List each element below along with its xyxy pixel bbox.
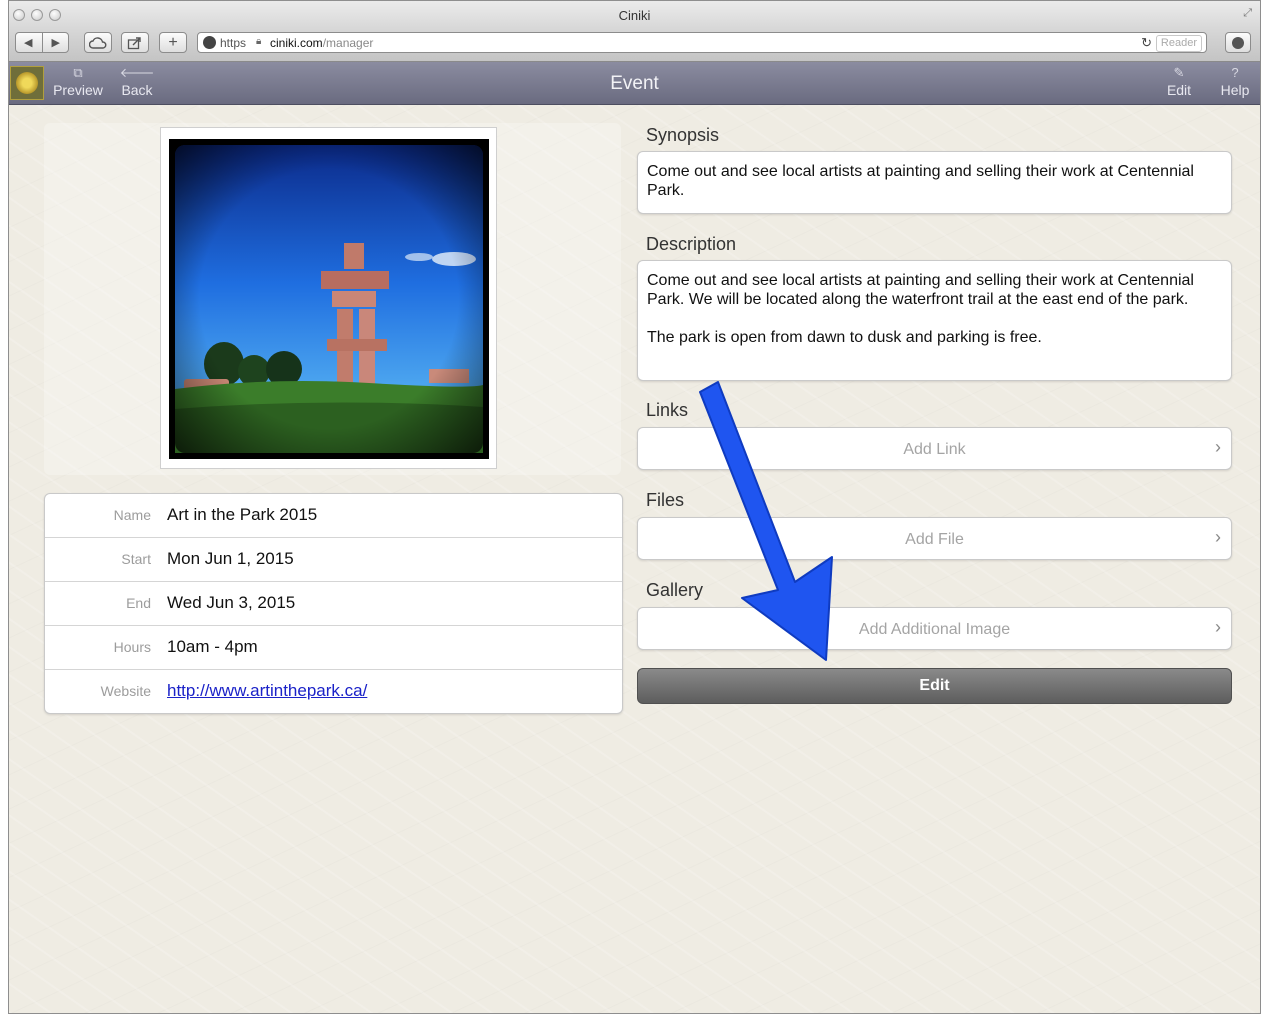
end-value: Wed Jun 3, 2015 xyxy=(167,593,296,612)
chevron-right-icon: › xyxy=(1215,437,1221,457)
reader-button[interactable]: Reader xyxy=(1155,35,1202,52)
add-file-button[interactable]: Add File › xyxy=(637,517,1232,560)
hours-value: 10am - 4pm xyxy=(167,637,258,656)
lock-icon: 🔒︎ xyxy=(256,36,262,47)
help-icon: ? xyxy=(1231,65,1239,80)
description-paragraph: The park is open from dawn to dusk and p… xyxy=(647,329,1042,346)
help-button[interactable]: ? Help xyxy=(1217,65,1253,99)
chevron-right-icon: › xyxy=(1215,617,1221,637)
plus-icon: + xyxy=(168,33,178,51)
url-text: ciniki.com/manager xyxy=(270,36,373,50)
url-path: /manager xyxy=(322,36,374,50)
add-link-label: Add Link xyxy=(903,441,966,458)
cloud-icon xyxy=(89,36,107,49)
hours-label: Hours xyxy=(113,639,151,655)
share-icon xyxy=(127,36,141,49)
pencil-icon: ✎ xyxy=(1173,65,1185,80)
details-row-name[interactable]: Name Art in the Park 2015 xyxy=(45,494,622,538)
browser-back-icon[interactable]: ◀ xyxy=(24,36,32,49)
browser-toolbar: Ciniki ⤢ ◀ ▶ + https 🔒︎ ciniki.com/manag… xyxy=(9,1,1260,62)
links-heading: Links xyxy=(646,400,689,420)
share-button[interactable] xyxy=(121,32,149,53)
website-link[interactable]: http://www.artinthepark.ca/ xyxy=(167,681,367,700)
event-content: Name Art in the Park 2015 Start Mon Jun … xyxy=(9,105,1260,1013)
browser-forward-icon[interactable]: ▶ xyxy=(52,36,60,49)
synopsis-box[interactable]: Come out and see local artists at painti… xyxy=(637,151,1232,214)
help-label: Help xyxy=(1220,82,1250,98)
downloads-button[interactable] xyxy=(1225,32,1251,53)
name-label: Name xyxy=(113,507,151,523)
chevron-right-icon: › xyxy=(1215,527,1221,547)
app-header: ⧉ Preview 🡐 Back Event ✎ Edit ? Help xyxy=(9,62,1260,105)
description-paragraph: Come out and see local artists at painti… xyxy=(647,272,1194,308)
inukshuk-image xyxy=(175,145,483,453)
window-title: Ciniki xyxy=(618,8,651,23)
add-image-label: Add Additional Image xyxy=(858,621,1011,638)
header-edit-label: Edit xyxy=(1166,82,1192,98)
description-box[interactable]: Come out and see local artists at painti… xyxy=(637,260,1232,381)
gallery-heading: Gallery xyxy=(646,580,704,600)
synopsis-heading: Synopsis xyxy=(646,125,720,145)
start-value: Mon Jun 1, 2015 xyxy=(167,549,294,568)
back-forward-segment: ◀ ▶ xyxy=(15,32,69,53)
event-details-card: Name Art in the Park 2015 Start Mon Jun … xyxy=(44,493,623,714)
details-row-website: Website http://www.artinthepark.ca/ xyxy=(45,670,622,713)
reload-icon[interactable]: ↻ xyxy=(1141,35,1152,51)
synopsis-text: Come out and see local artists at painti… xyxy=(647,163,1194,199)
site-globe-icon xyxy=(203,36,216,49)
description-heading: Description xyxy=(646,234,737,254)
header-edit-button[interactable]: ✎ Edit xyxy=(1161,65,1197,99)
new-tab-button[interactable]: + xyxy=(159,32,187,53)
address-bar[interactable]: https 🔒︎ ciniki.com/manager ↻ Reader xyxy=(197,32,1207,53)
edit-button[interactable]: Edit xyxy=(637,668,1232,704)
page-title: Event xyxy=(610,73,659,94)
files-heading: Files xyxy=(646,490,685,510)
icloud-button[interactable] xyxy=(84,32,112,53)
download-icon xyxy=(1232,36,1244,49)
details-row-end[interactable]: End Wed Jun 3, 2015 xyxy=(45,582,622,626)
add-file-label: Add File xyxy=(905,531,964,548)
browser-window: Ciniki ⤢ ◀ ▶ + https 🔒︎ ciniki.com/manag… xyxy=(8,0,1261,1014)
url-host: ciniki.com xyxy=(270,36,323,50)
add-image-button[interactable]: Add Additional Image › xyxy=(637,607,1232,650)
fullscreen-icon[interactable]: ⤢ xyxy=(1243,7,1252,20)
details-row-start[interactable]: Start Mon Jun 1, 2015 xyxy=(45,538,622,582)
event-photo[interactable] xyxy=(160,127,497,469)
start-label: Start xyxy=(121,551,151,567)
details-row-hours[interactable]: Hours 10am - 4pm xyxy=(45,626,622,670)
website-label: Website xyxy=(100,683,151,699)
inukshuk-photo xyxy=(169,139,489,459)
add-link-button[interactable]: Add Link › xyxy=(637,427,1232,470)
end-label: End xyxy=(126,595,151,611)
url-scheme: https xyxy=(220,36,247,50)
name-value: Art in the Park 2015 xyxy=(167,505,318,524)
